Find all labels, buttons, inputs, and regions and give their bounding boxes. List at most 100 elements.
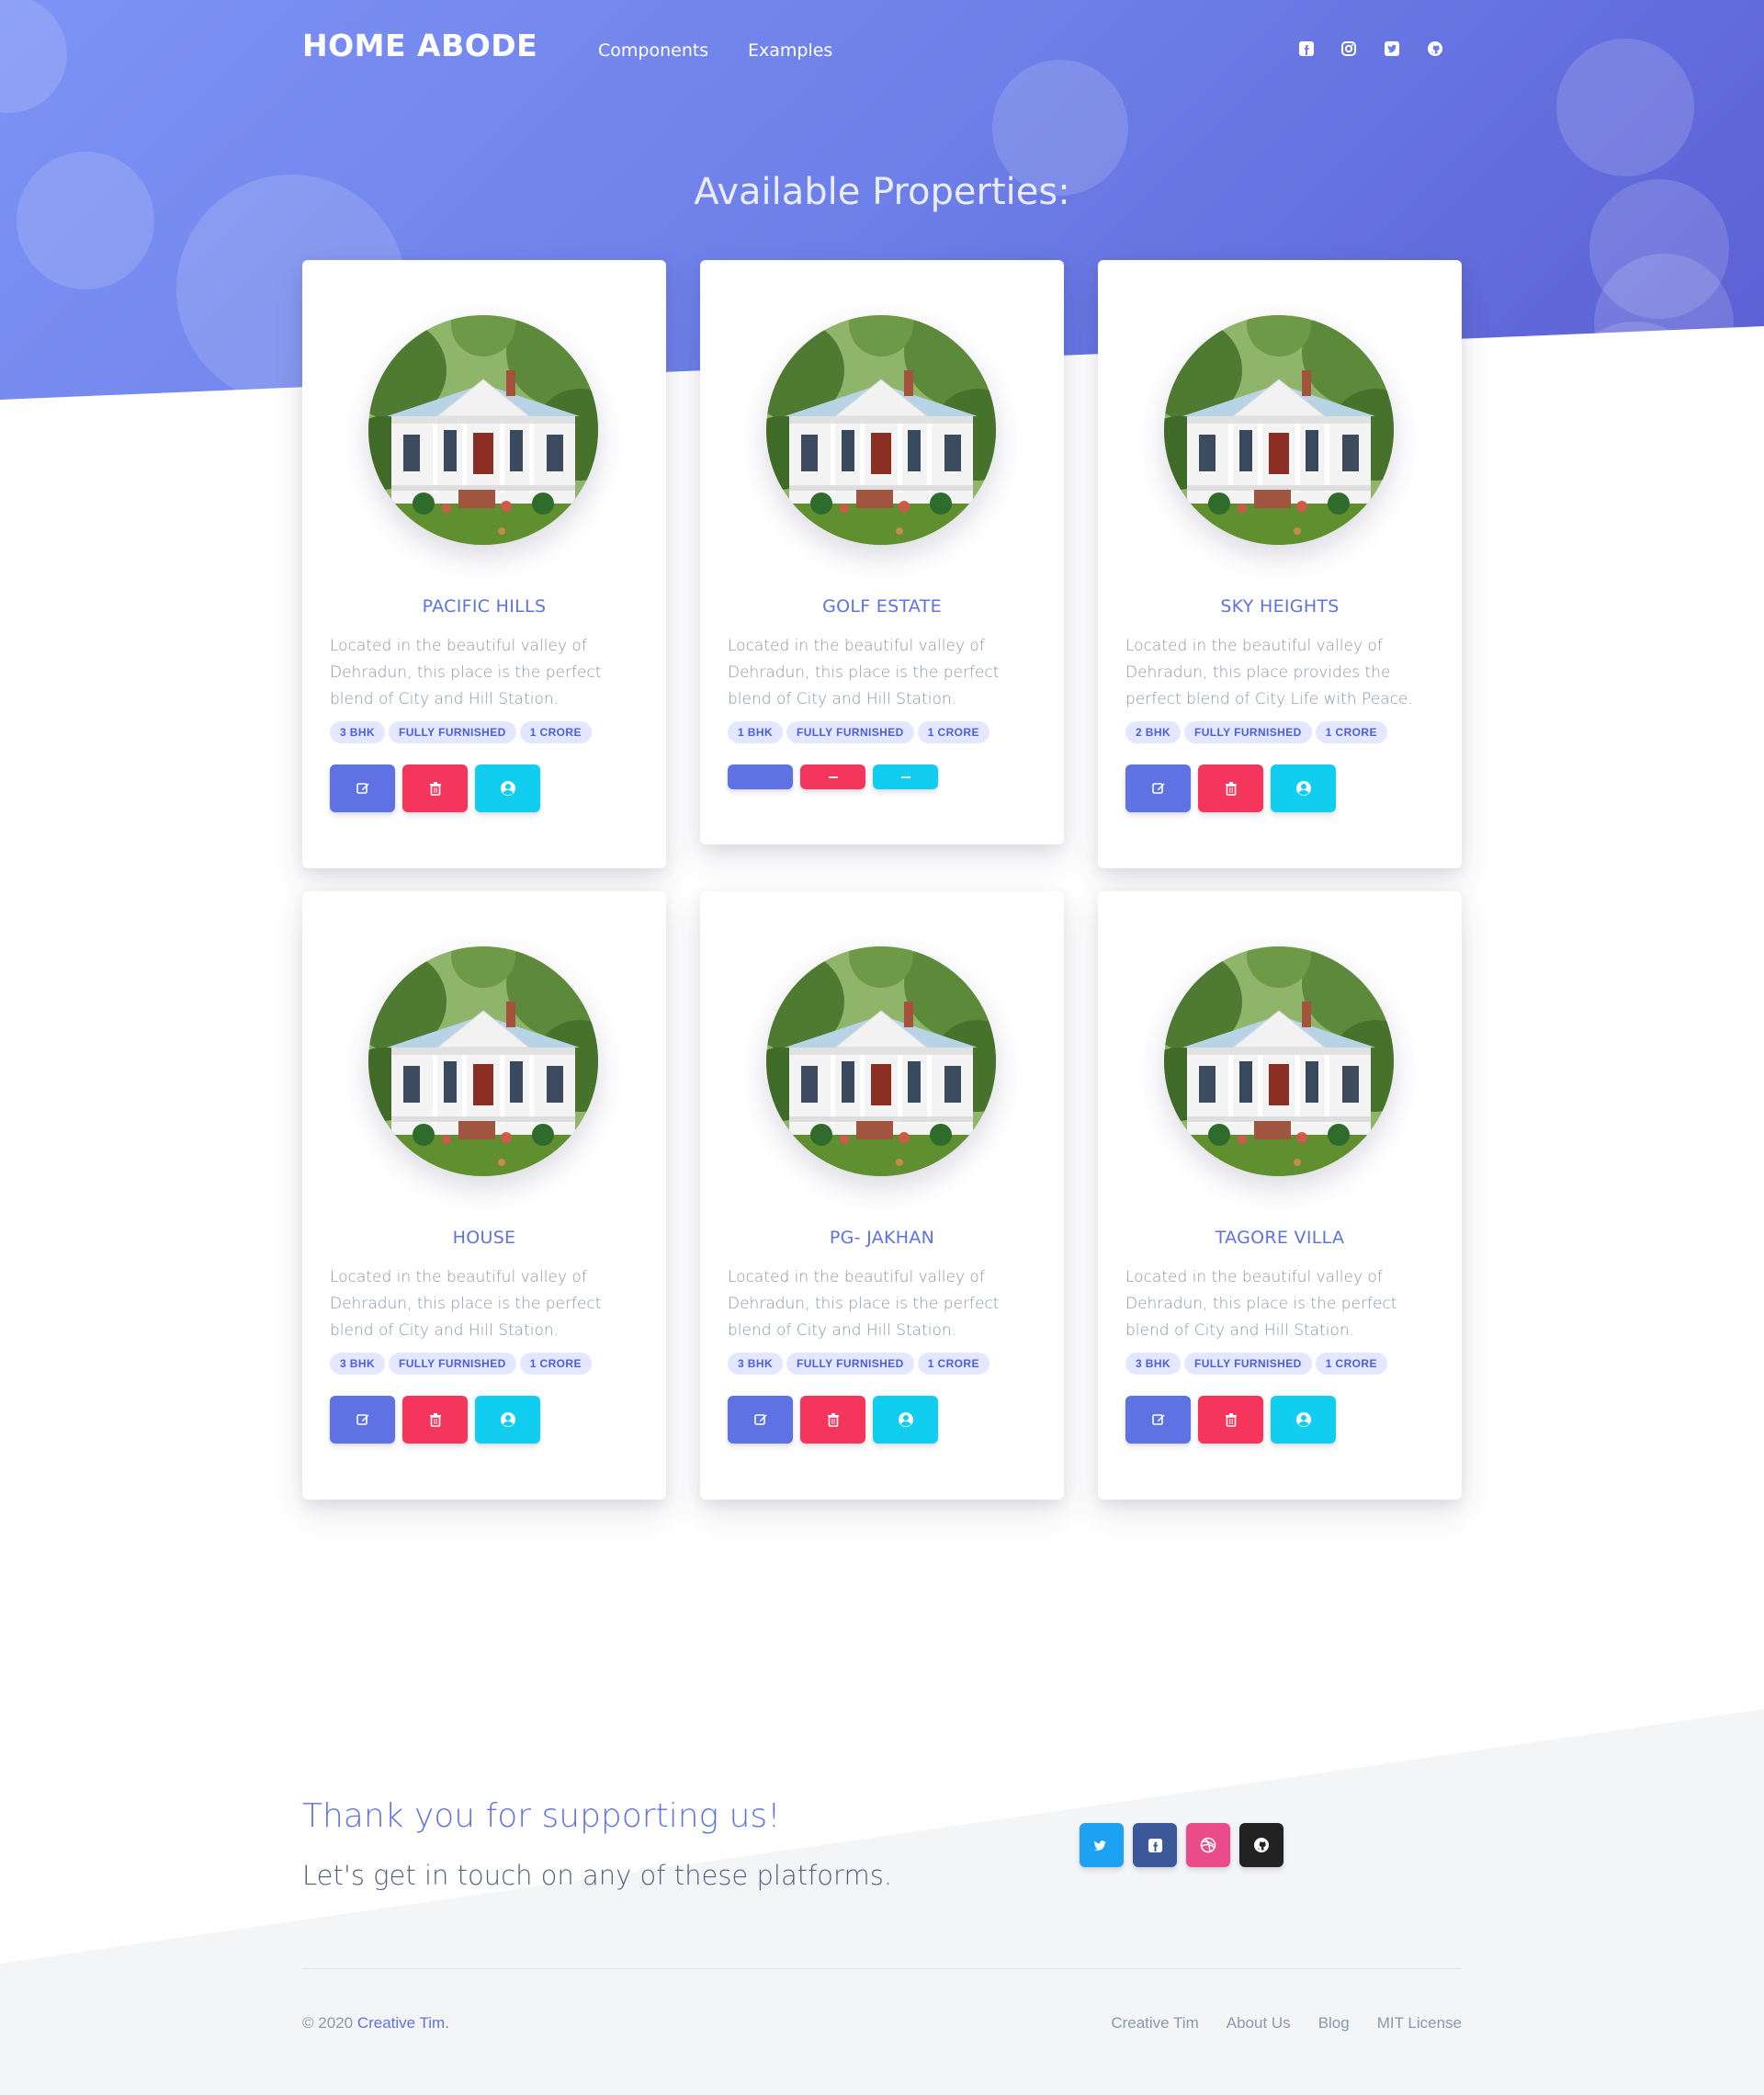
- property-name: HOUSE: [452, 1228, 516, 1248]
- user-circle-icon: [1295, 1412, 1311, 1427]
- property-description: Located in the beautiful valley of Dehra…: [1125, 1268, 1397, 1340]
- delete-button[interactable]: [402, 1396, 468, 1444]
- property-photo: [368, 315, 598, 545]
- property-card: SKY HEIGHTS Located in the beautiful val…: [1098, 260, 1462, 868]
- badge-furnished: FULLY FURNISHED: [786, 721, 914, 743]
- footer-link-mit-license[interactable]: MIT License: [1377, 2014, 1462, 2033]
- navbar: HOME ABODE Components Examples: [302, 24, 1462, 79]
- dribbble-icon: [1200, 1837, 1216, 1853]
- nav-link-components[interactable]: Components: [598, 40, 708, 61]
- footer-link-about-us[interactable]: About Us: [1227, 2014, 1291, 2033]
- nav-link-examples[interactable]: Examples: [748, 40, 832, 61]
- twitter-button[interactable]: [1080, 1823, 1124, 1867]
- badge-bhk: 3 BHK: [330, 721, 386, 743]
- owner-button[interactable]: [475, 764, 540, 812]
- badge-furnished: FULLY FURNISHED: [389, 1353, 516, 1375]
- edit-button[interactable]: [1125, 764, 1191, 812]
- brand-logo[interactable]: HOME ABODE: [302, 28, 537, 63]
- card-actions: [728, 1396, 938, 1444]
- badge-furnished: FULLY FURNISHED: [389, 721, 516, 743]
- card-actions: [728, 764, 938, 789]
- github-button[interactable]: [1239, 1823, 1283, 1867]
- edit-button[interactable]: [330, 1396, 395, 1444]
- owner-button[interactable]: [475, 1396, 540, 1444]
- badge-furnished: FULLY FURNISHED: [786, 1353, 914, 1375]
- property-card: PG- JAKHAN Located in the beautiful vall…: [700, 891, 1064, 1500]
- footer-social: [1080, 1823, 1283, 1867]
- property-photo: [766, 946, 996, 1176]
- property-card: PACIFIC HILLS Located in the beautiful v…: [302, 260, 666, 868]
- delete-button[interactable]: [1198, 764, 1263, 812]
- trash-icon: [1225, 1413, 1237, 1427]
- property-badges: 3 BHK FULLY FURNISHED 1 CRORE: [728, 1353, 989, 1375]
- section-title: Available Properties:: [694, 171, 1070, 213]
- delete-button[interactable]: [800, 764, 865, 789]
- owner-button[interactable]: [873, 764, 938, 789]
- github-icon: [1254, 1838, 1269, 1852]
- property-name: PG- JAKHAN: [829, 1228, 935, 1248]
- edit-icon: [1151, 783, 1164, 794]
- copyright-link[interactable]: Creative Tim.: [357, 2014, 449, 2032]
- property-description: Located in the beautiful valley of Dehra…: [728, 1268, 1000, 1340]
- trash-icon: [827, 1413, 839, 1427]
- copyright-prefix: © 2020: [302, 2014, 354, 2032]
- facebook-square-icon: [1148, 1838, 1162, 1852]
- edit-icon: [1151, 1414, 1164, 1425]
- property-card: GOLF ESTATE Located in the beautiful val…: [700, 260, 1064, 844]
- property-name: GOLF ESTATE: [822, 596, 942, 617]
- owner-button[interactable]: [1271, 1396, 1336, 1444]
- property-name: SKY HEIGHTS: [1220, 596, 1340, 617]
- owner-button[interactable]: [873, 1396, 938, 1444]
- badge-furnished: FULLY FURNISHED: [1184, 1353, 1312, 1375]
- property-badges: 1 BHK FULLY FURNISHED 1 CRORE: [728, 721, 989, 743]
- footer-link-blog[interactable]: Blog: [1318, 2014, 1350, 2033]
- edit-button[interactable]: [728, 764, 793, 789]
- badge-price: 1 CRORE: [519, 1353, 592, 1375]
- badge-bhk: 3 BHK: [728, 1353, 784, 1375]
- property-name: PACIFIC HILLS: [422, 596, 547, 617]
- edit-icon: [753, 1414, 766, 1425]
- property-card: TAGORE VILLA Located in the beautiful va…: [1098, 891, 1462, 1500]
- footer-thanks-heading: Thank you for supporting us!: [302, 1797, 781, 1835]
- instagram-icon[interactable]: [1339, 39, 1359, 59]
- property-description: Located in the beautiful valley of Dehra…: [728, 637, 1000, 708]
- property-name: TAGORE VILLA: [1215, 1228, 1345, 1248]
- badge-bhk: 1 BHK: [728, 721, 784, 743]
- owner-button[interactable]: [1271, 764, 1336, 812]
- edit-button[interactable]: [728, 1396, 793, 1444]
- edit-button[interactable]: [330, 764, 395, 812]
- user-circle-icon: [500, 781, 515, 796]
- property-photo: [766, 315, 996, 545]
- badge-bhk: 3 BHK: [330, 1353, 386, 1375]
- trash-icon: [429, 1413, 441, 1427]
- facebook-square-icon[interactable]: [1296, 39, 1317, 59]
- property-badges: 2 BHK FULLY FURNISHED 1 CRORE: [1125, 721, 1387, 743]
- facebook-button[interactable]: [1133, 1823, 1177, 1867]
- property-photo: [1164, 946, 1394, 1176]
- footer-link-creative-tim[interactable]: Creative Tim: [1111, 2014, 1198, 2033]
- copyright: © 2020 Creative Tim.: [302, 2014, 449, 2033]
- dribbble-button[interactable]: [1186, 1823, 1230, 1867]
- footer-touch-text: Let's get in touch on any of these platf…: [302, 1860, 893, 1891]
- delete-button[interactable]: [800, 1396, 865, 1444]
- github-icon[interactable]: [1425, 39, 1445, 59]
- user-circle-icon: [898, 1412, 913, 1427]
- property-description: Located in the beautiful valley of Dehra…: [330, 1268, 602, 1340]
- edit-button[interactable]: [1125, 1396, 1191, 1444]
- twitter-square-icon[interactable]: [1382, 39, 1402, 59]
- edit-icon: [356, 1414, 368, 1425]
- trash-icon: [1225, 782, 1237, 796]
- footer-divider: [302, 1968, 1462, 1969]
- edit-icon: [356, 783, 368, 794]
- badge-price: 1 CRORE: [1315, 721, 1387, 743]
- property-photo: [1164, 315, 1394, 545]
- delete-button[interactable]: [1198, 1396, 1263, 1444]
- property-description: Located in the beautiful valley of Dehra…: [330, 637, 602, 708]
- card-actions: [1125, 764, 1336, 812]
- property-description: Located in the beautiful valley of Dehra…: [1125, 637, 1413, 708]
- property-card: HOUSE Located in the beautiful valley of…: [302, 891, 666, 1500]
- badge-price: 1 CRORE: [1315, 1353, 1387, 1375]
- card-actions: [330, 1396, 540, 1444]
- delete-button[interactable]: [402, 764, 468, 812]
- footer-background: [0, 1709, 1764, 2095]
